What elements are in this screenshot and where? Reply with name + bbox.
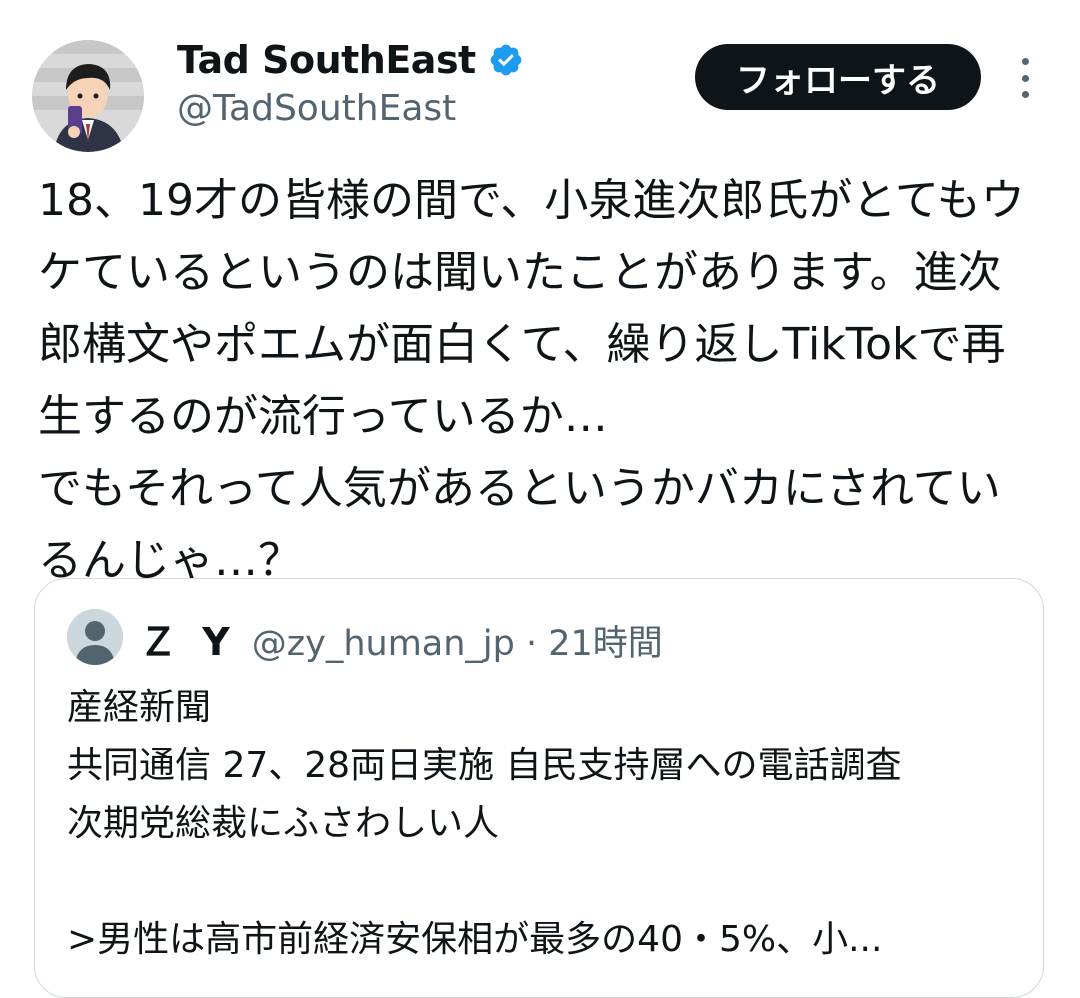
quoted-author-name[interactable]: Ｚ Y: [139, 611, 236, 666]
author-handle[interactable]: @TadSouthEast: [177, 88, 456, 129]
author-name-row: Tad SouthEast: [177, 38, 524, 82]
quoted-tweet-text: 産経新聞 共同通信 27、28両日実施 自民支持層への電話調査 次期党総裁にふさ…: [67, 687, 902, 960]
author-avatar[interactable]: [32, 40, 144, 152]
quoted-tweet-card[interactable]: Ｚ Y @zy_human_jp · 21時間 産経新聞 共同通信 27、28両…: [34, 578, 1044, 998]
vertical-dots-icon[interactable]: [1010, 58, 1040, 98]
profile-photo-avatar-icon: [32, 40, 144, 152]
verified-badge-icon: [488, 42, 524, 78]
tweet-text: 18、19才の皆様の間で、小泉進次郎氏がとてもウケているというのは聞いたことがあ…: [38, 175, 1025, 586]
quoted-author-handle-time[interactable]: @zy_human_jp · 21時間: [252, 615, 663, 666]
quoted-tweet-header: Ｚ Y @zy_human_jp · 21時間: [139, 611, 663, 666]
follow-button[interactable]: フォローする: [695, 44, 981, 110]
author-display-name[interactable]: Tad SouthEast: [177, 38, 476, 82]
default-user-avatar-icon[interactable]: [67, 609, 123, 665]
